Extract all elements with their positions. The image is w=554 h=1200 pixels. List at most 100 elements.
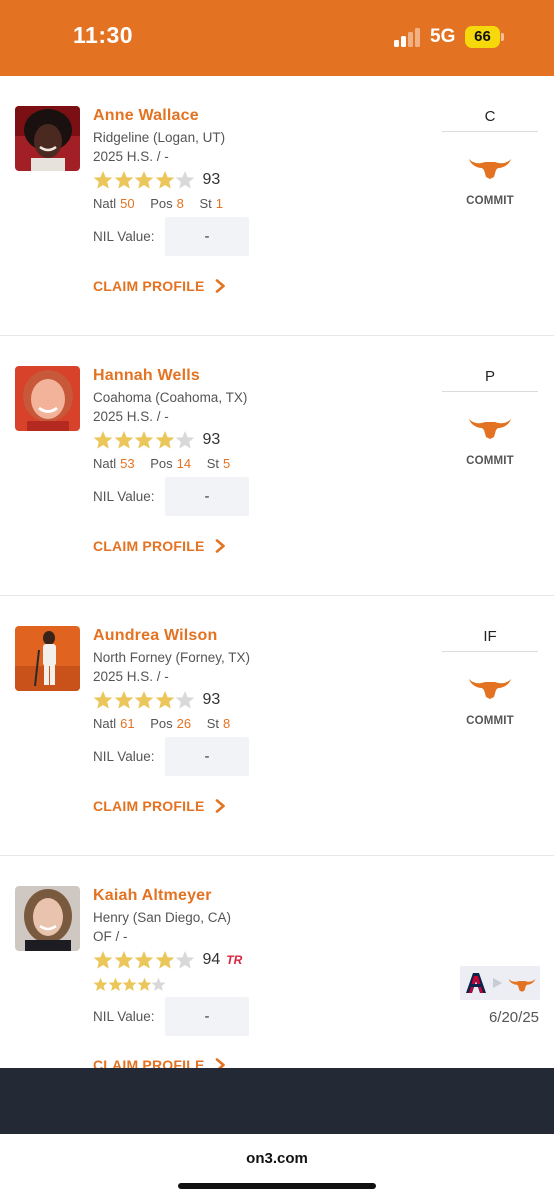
nil-label: NIL Value: [93,1009,155,1024]
state-rank[interactable]: 8 [223,716,230,731]
star-rating: 94 TR [93,948,242,972]
claim-profile-link[interactable]: CLAIM PROFILE [93,798,226,814]
transfer-rating-badge: TR [226,953,243,967]
star-icon [175,951,195,969]
signal-icon [394,27,422,47]
natl-rank-label: Natl [93,716,117,731]
battery-icon: 66 [465,26,505,48]
pos-rank-label: Pos [150,456,173,471]
player-name[interactable]: Anne Wallace [93,107,199,125]
star-icon [155,691,174,709]
network-label: 5G [430,26,456,47]
star-icon [175,691,195,709]
browser-bar[interactable]: on3.com [0,1134,554,1200]
chevron-right-icon [216,1058,226,1068]
player-photo[interactable] [15,626,80,691]
star-icon [134,431,154,449]
commit-status: COMMIT [466,195,514,207]
player-ranks: Natl 61 Pos 26 St 8 [93,716,242,731]
nil-value: - [165,477,249,516]
nil-label: NIL Value: [93,749,155,764]
claim-profile-link[interactable]: CLAIM PROFILE [93,1057,226,1068]
player-class: 2025 H.S. / - [93,409,169,424]
longhorn-icon[interactable] [468,413,512,439]
battery-level: 66 [465,26,500,48]
status-time: 11:30 [73,22,134,48]
player-name[interactable]: Aundrea Wilson [93,627,217,645]
star-icon [134,951,154,969]
claim-profile-label: CLAIM PROFILE [93,538,205,554]
pos-rank[interactable]: 8 [177,196,184,211]
home-indicator[interactable] [178,1183,376,1189]
player-card[interactable]: Anne Wallace Ridgeline (Logan, UT) 2025 … [0,76,554,336]
bottom-toolbar [0,1068,554,1134]
player-card[interactable]: Kaiah Altmeyer Henry (San Diego, CA) OF … [0,856,554,1068]
state-rank[interactable]: 1 [216,196,223,211]
star-rating: 93 [93,168,220,192]
chevron-right-icon [216,279,226,293]
star-icon [93,977,108,991]
player-photo[interactable] [15,886,80,951]
pos-rank[interactable]: 26 [177,716,191,731]
player-ranks: Natl 50 Pos 8 St 1 [93,196,235,211]
player-rating: 93 [202,431,221,448]
claim-profile-link[interactable]: CLAIM PROFILE [93,278,226,294]
star-icon [155,431,174,449]
player-position: P [442,368,538,392]
natl-rank[interactable]: 50 [120,196,134,211]
longhorn-icon [508,979,536,992]
recruit-list[interactable]: Anne Wallace Ridgeline (Logan, UT) 2025 … [0,76,554,1068]
nil-label: NIL Value: [93,229,155,244]
claim-profile-link[interactable]: CLAIM PROFILE [93,538,226,554]
natl-rank-label: Natl [93,456,117,471]
pos-rank-label: Pos [150,196,173,211]
player-photo[interactable] [15,106,80,171]
star-icon [122,977,137,991]
star-icon [137,977,151,991]
player-class: 2025 H.S. / - [93,669,169,684]
player-school: North Forney (Forney, TX) [93,650,251,665]
player-name[interactable]: Kaiah Altmeyer [93,887,212,905]
longhorn-icon[interactable] [468,673,512,699]
commit-status: COMMIT [466,455,514,467]
nil-value: - [165,217,249,256]
star-icon [134,171,154,189]
nil-label: NIL Value: [93,489,155,504]
player-class: OF / - [93,929,128,944]
secondary-star-rating [93,977,166,992]
commit-status: COMMIT [466,715,514,727]
status-bar: 11:30 5G 66 [0,0,554,76]
player-card[interactable]: Aundrea Wilson North Forney (Forney, TX)… [0,596,554,856]
star-icon [134,691,154,709]
star-icon [93,171,113,189]
star-icon [155,171,174,189]
state-rank-label: St [206,716,220,731]
player-class: 2025 H.S. / - [93,149,169,164]
star-icon [175,431,195,449]
player-photo[interactable] [15,366,80,431]
state-rank-label: St [206,456,220,471]
chevron-right-icon [216,799,226,813]
state-rank[interactable]: 5 [223,456,230,471]
star-icon [93,431,113,449]
player-school: Henry (San Diego, CA) [93,910,232,925]
star-icon [114,951,133,969]
natl-rank[interactable]: 53 [120,456,134,471]
pos-rank[interactable]: 14 [177,456,191,471]
player-rating: 94 [202,951,221,968]
star-icon [155,951,174,969]
star-icon [93,951,113,969]
player-ranks: Natl 53 Pos 14 St 5 [93,456,242,471]
player-school: Coahoma (Coahoma, TX) [93,390,248,405]
star-icon [93,691,113,709]
natl-rank[interactable]: 61 [120,716,134,731]
url-text[interactable]: on3.com [0,1150,554,1167]
player-name[interactable]: Hannah Wells [93,367,200,385]
chevron-right-icon [216,539,226,553]
nil-value: - [165,997,249,1036]
transfer-date: 6/20/25 [488,1009,539,1026]
player-card[interactable]: Hannah Wells Coahoma (Coahoma, TX) 2025 … [0,336,554,596]
longhorn-icon[interactable] [468,153,512,179]
star-icon [175,171,195,189]
transfer-status[interactable] [460,966,540,1000]
